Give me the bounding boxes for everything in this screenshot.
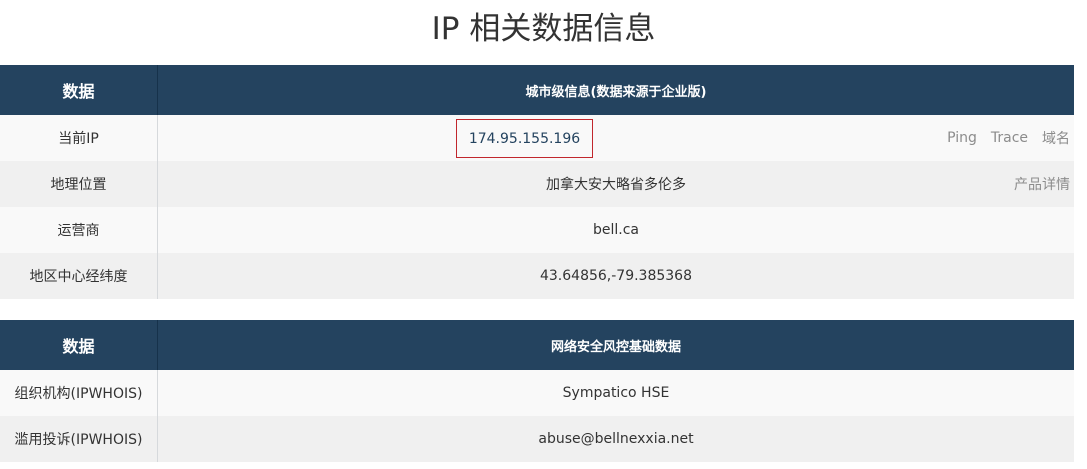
isp-value: bell.ca [592, 222, 639, 238]
product-detail-link[interactable]: 产品详情 [1014, 174, 1070, 194]
ip-value-box[interactable]: 174.95.155.196 [456, 119, 593, 158]
organization-value: Sympatico HSE [562, 385, 670, 401]
row-label: 当前IP [0, 115, 158, 161]
header-data-label: 数据 [0, 320, 158, 370]
row-label: 滥用投诉(IPWHOIS) [0, 416, 158, 462]
trace-link[interactable]: Trace [991, 130, 1028, 146]
row-label: 地区中心经纬度 [0, 253, 158, 299]
table-row-isp: 运营商 bell.ca [0, 207, 1074, 253]
header-city-info-label: 城市级信息(数据来源于企业版) [525, 84, 707, 100]
table-row-coordinates: 地区中心经纬度 43.64856,-79.385368 [0, 253, 1074, 299]
coordinates-value: 43.64856,-79.385368 [539, 268, 692, 284]
ping-link[interactable]: Ping [947, 130, 977, 146]
table-row-current-ip: 当前IP 174.95.155.196 Ping Trace 域名 [0, 115, 1074, 161]
row-label: 地理位置 [0, 161, 158, 207]
row-label: 组织机构(IPWHOIS) [0, 370, 158, 416]
product-detail-links: 产品详情 [1014, 161, 1070, 207]
header-data-label: 数据 [0, 65, 158, 115]
header-risk-label: 网络安全风控基础数据 [550, 339, 681, 355]
table-header: 数据 网络安全风控基础数据 [0, 320, 1074, 370]
page-title: IP 相关数据信息 [431, 11, 656, 47]
table-row-location: 地理位置 加拿大安大略省多伦多 产品详情 [0, 161, 1074, 207]
domain-link[interactable]: 域名 [1042, 128, 1070, 148]
city-info-table: 数据 城市级信息(数据来源于企业版) 当前IP 174.95.155.196 P… [0, 65, 1074, 299]
ip-tool-links: Ping Trace 域名 [947, 115, 1070, 161]
row-label: 运营商 [0, 207, 158, 253]
risk-control-table: 数据 网络安全风控基础数据 组织机构(IPWHOIS) Sympatico HS… [0, 320, 1074, 462]
abuse-contact-value: abuse@bellnexxia.net [538, 431, 694, 447]
table-row-abuse-contact: 滥用投诉(IPWHOIS) abuse@bellnexxia.net [0, 416, 1074, 462]
location-value: 加拿大安大略省多伦多 [546, 177, 686, 193]
table-row-organization: 组织机构(IPWHOIS) Sympatico HSE [0, 370, 1074, 416]
table-header: 数据 城市级信息(数据来源于企业版) [0, 65, 1074, 115]
